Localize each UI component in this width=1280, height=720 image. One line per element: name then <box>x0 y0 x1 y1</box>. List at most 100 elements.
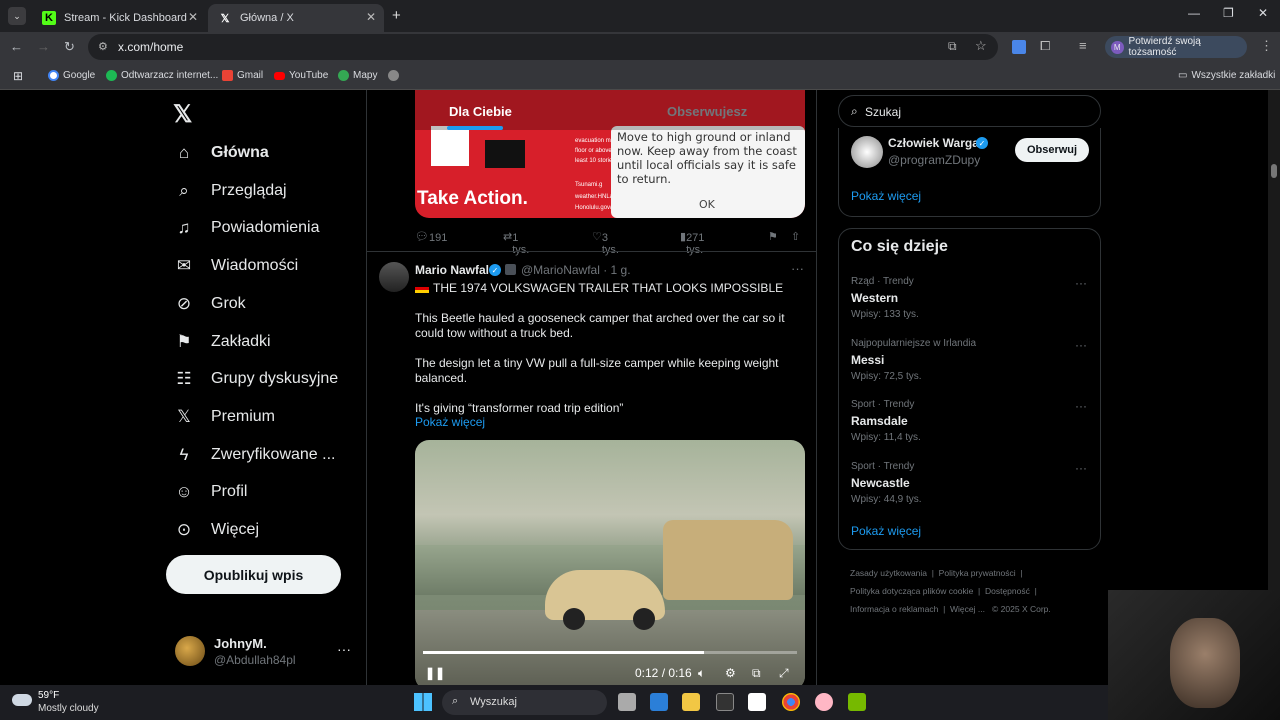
bookmark-maps[interactable]: Mapy <box>338 70 377 81</box>
post[interactable]: Mario Nawfal ✓ @MarioNawfal · 1 g. ··· T… <box>367 252 816 685</box>
nav-item-more[interactable]: ⊙ Więcej <box>173 515 259 545</box>
trend-item[interactable]: Najpopularniejsze w Irlandia Messi Wpisy… <box>851 338 1091 388</box>
nav-item-messages[interactable]: ✉ Wiadomości <box>173 251 298 281</box>
nav-item-premium[interactable]: 𝕏 Premium <box>173 402 275 432</box>
reply-button[interactable]: 💬︎ 191 <box>415 230 447 244</box>
video-progress-bar[interactable] <box>423 651 797 654</box>
minimize-icon[interactable]: — <box>1188 6 1200 20</box>
back-icon[interactable]: ← <box>10 39 23 54</box>
show-more-link[interactable]: Pokaż więcej <box>415 415 485 429</box>
apps-icon[interactable]: ⊞ <box>13 69 23 83</box>
store-icon[interactable] <box>650 693 668 711</box>
nav-item-bookmarks[interactable]: ⚑ Zakładki <box>173 327 270 357</box>
chrome-icon[interactable] <box>782 693 800 711</box>
reload-icon[interactable]: ↻ <box>64 39 75 55</box>
app-icon[interactable] <box>716 693 734 711</box>
x-logo-icon[interactable]: 𝕏 <box>173 100 192 129</box>
footer-link[interactable]: Zasady użytkowania <box>850 568 927 578</box>
nav-item-communities[interactable]: ☷ Grupy dyskusyjne <box>173 364 338 394</box>
star-icon[interactable]: ☆ <box>975 38 987 54</box>
address-bar[interactable]: ⚙ x.com/home ⧉ ☆ <box>88 34 998 60</box>
more-icon[interactable]: ··· <box>1075 338 1087 352</box>
new-tab-icon[interactable]: + <box>392 7 401 24</box>
more-icon[interactable]: ··· <box>1075 399 1087 413</box>
close-window-icon[interactable]: ✕ <box>1258 6 1268 20</box>
trend-item[interactable]: Rząd · Trendy Western Wpisy: 133 tys. ··… <box>851 276 1091 326</box>
more-icon[interactable]: ··· <box>1075 276 1087 290</box>
publish-button[interactable]: Opublikuj wpis <box>166 555 341 594</box>
author-handle[interactable]: @MarioNawfal · 1 g. <box>521 263 631 277</box>
settings-icon[interactable]: ⚙ <box>725 666 736 680</box>
pip-icon[interactable]: ⧉ <box>752 666 761 681</box>
taskbar-search[interactable]: ⌕ Wyszukaj <box>442 690 607 715</box>
more-icon[interactable]: ··· <box>1075 461 1087 475</box>
tab-following[interactable]: Obserwujesz <box>667 104 747 119</box>
close-tab-icon[interactable]: ✕ <box>188 10 198 24</box>
nav-item-notifications[interactable]: ♫ Powiadomienia <box>173 213 320 243</box>
footer-link[interactable]: Polityka dotycząca plików cookie <box>850 586 973 596</box>
who-to-follow: Człowiek Warga ✓ @programZDupy Obserwuj … <box>838 128 1101 217</box>
task-view-icon[interactable] <box>618 693 636 711</box>
nav-item-grok[interactable]: ⊘ Grok <box>173 289 246 319</box>
tab-search-dropdown[interactable]: ⌄ <box>8 7 26 25</box>
scrollbar-thumb[interactable] <box>1271 164 1277 178</box>
copyright: © 2025 X Corp. <box>992 604 1051 614</box>
translate-icon[interactable] <box>1012 40 1026 54</box>
tab-kick[interactable]: K Stream - Kick Dashboard ✕ <box>32 4 206 32</box>
repost-button[interactable]: ⇄ 1 tys. <box>503 230 529 256</box>
bookmark-icon[interactable]: ⚑ <box>768 230 778 243</box>
trend-item[interactable]: Sport · Trendy Ramsdale Wpisy: 11,4 tys.… <box>851 399 1091 449</box>
volume-icon[interactable]: 🔈︎ <box>698 666 705 681</box>
show-more-link[interactable]: Pokaż więcej <box>851 189 921 203</box>
views-button[interactable]: ▮ 271 tys. <box>680 230 704 256</box>
nav-item-explore[interactable]: ⌕ Przeglądaj <box>173 176 286 206</box>
bookmark-globe[interactable] <box>388 70 399 81</box>
nvidia-icon[interactable] <box>848 693 866 711</box>
windows-start-icon[interactable] <box>414 693 432 711</box>
fullscreen-icon[interactable]: ⤢ <box>779 666 789 681</box>
search-input[interactable]: ⌕ Szukaj <box>838 95 1101 127</box>
share-icon[interactable]: ⇧ <box>791 230 800 243</box>
footer-link[interactable]: Więcej ... <box>950 604 985 614</box>
site-info-icon[interactable]: ⚙ <box>98 40 108 53</box>
nav-item-home[interactable]: ⌂ Główna <box>173 138 269 168</box>
avatar[interactable] <box>851 136 883 168</box>
footer-link[interactable]: Informacja o reklamach <box>850 604 938 614</box>
extensions-icon[interactable]: ⧠ <box>1040 38 1050 54</box>
pause-icon[interactable]: ❚❚ <box>425 666 445 680</box>
more-icon[interactable]: ··· <box>791 261 804 276</box>
nav-item-profile[interactable]: ☺ Profil <box>173 477 247 507</box>
follow-button[interactable]: Obserwuj <box>1015 138 1089 162</box>
bell-icon: ♫ <box>177 218 191 237</box>
author-name[interactable]: Mario Nawfal <box>415 263 489 277</box>
close-tab-icon[interactable]: ✕ <box>366 10 376 24</box>
media-icon[interactable]: ≡ <box>1079 38 1087 53</box>
app-icon[interactable] <box>815 693 833 711</box>
bookmark-gmail[interactable]: Gmail <box>222 70 263 81</box>
tab-x-home[interactable]: 𝕏 Główna / X ✕ <box>208 4 384 32</box>
footer-link[interactable]: Polityka prywatności <box>939 568 1016 578</box>
bookmark-youtube[interactable]: YouTube <box>274 70 328 81</box>
avatar[interactable] <box>379 262 409 292</box>
video-player[interactable]: ❚❚ 0:12 / 0:16 🔈︎ ⚙ ⧉ ⤢ <box>415 440 805 685</box>
footer-link[interactable]: Dostępność <box>985 586 1030 596</box>
bookmark-google[interactable]: Google <box>48 70 95 81</box>
forward-icon[interactable]: → <box>37 39 50 54</box>
bookmark-spotify[interactable]: Odtwarzacz internet... <box>106 70 218 81</box>
all-bookmarks-label: Wszystkie zakładki <box>1191 70 1276 81</box>
profile-verify-button[interactable]: M Potwierdź swoją tożsamość <box>1105 36 1247 58</box>
menu-icon[interactable]: ⋮ <box>1260 38 1273 54</box>
trend-item[interactable]: Sport · Trendy Newcastle Wpisy: 44,9 tys… <box>851 461 1091 511</box>
tab-for-you[interactable]: Dla Ciebie <box>449 104 512 119</box>
install-icon[interactable]: ⧉ <box>948 39 957 54</box>
all-bookmarks[interactable]: ▭ Wszystkie zakładki <box>1178 70 1275 81</box>
trends-title: Co się dzieje <box>851 238 948 255</box>
suggested-name[interactable]: Człowiek Warga <box>888 136 979 150</box>
maximize-icon[interactable]: ❐ <box>1223 6 1234 20</box>
show-more-link[interactable]: Pokaż więcej <box>851 524 921 538</box>
file-explorer-icon[interactable] <box>682 693 700 711</box>
like-button[interactable]: ♡ 3 tys. <box>592 230 619 256</box>
nav-item-verified-orgs[interactable]: ϟ Zweryfikowane ... <box>173 440 336 470</box>
notion-icon[interactable] <box>748 693 766 711</box>
account-switcher[interactable]: JohnyM. @Abdullah84pl ··· <box>175 633 365 673</box>
